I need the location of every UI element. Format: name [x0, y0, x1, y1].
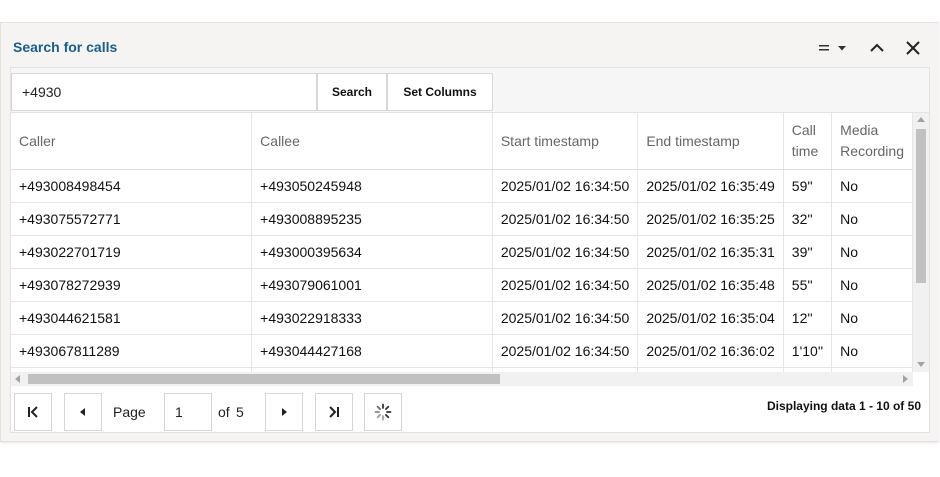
table-row[interactable]: +493022701719 +493000395634 2025/01/02 1…: [11, 235, 913, 269]
scroll-left-icon[interactable]: [11, 372, 25, 386]
previous-page-button[interactable]: [64, 393, 102, 431]
horizontal-scroll-thumb[interactable]: [28, 374, 500, 384]
next-page-button[interactable]: [265, 393, 303, 431]
calls-table-area: Caller Callee Start timestamp End timest…: [11, 113, 913, 372]
scroll-up-icon[interactable]: [913, 113, 929, 127]
column-header-callee[interactable]: Callee: [251, 113, 493, 170]
cell-start-timestamp: 2025/01/02 16:34:50: [492, 169, 639, 203]
cell-media-recording: No: [831, 202, 913, 236]
cell-start-timestamp: 2025/01/02 16:34:50: [492, 301, 639, 335]
grid-toolbar: Search Set Columns: [11, 68, 929, 113]
cell-end-timestamp: 2025/01/02 16:35:49: [637, 169, 784, 203]
column-header-caller[interactable]: Caller: [11, 113, 253, 170]
vertical-scrollbar[interactable]: [913, 113, 929, 372]
table-row[interactable]: +493067811289 +493044427168 2025/01/02 1…: [11, 334, 913, 368]
cell-caller: +493008498454: [11, 169, 253, 203]
column-header-media-recording[interactable]: Media Recording: [831, 113, 913, 170]
cell-end-timestamp: 2025/01/02 16:35:04: [637, 301, 784, 335]
table-row[interactable]: +493044621581 +493022918333 2025/01/02 1…: [11, 301, 913, 335]
page-label: Page: [113, 404, 146, 420]
vertical-scroll-thumb[interactable]: [916, 129, 926, 283]
cell-end-timestamp: 2025/01/02 16:35:31: [637, 235, 784, 269]
of-label: of: [218, 404, 230, 420]
display-info: Displaying data 1 - 10 of 50: [766, 399, 921, 413]
cell-callee: +493044427168: [251, 334, 493, 368]
cell-caller: +493044621581: [11, 301, 253, 335]
cell-media-recording: No: [831, 301, 913, 335]
next-page-icon: [282, 408, 287, 416]
table-row[interactable]: +493075572771 +493008895235 2025/01/02 1…: [11, 202, 913, 236]
cell-start-timestamp: 2025/01/02 16:34:50: [492, 235, 639, 269]
menu-icon[interactable]: [819, 40, 849, 56]
window-tools: [819, 40, 921, 56]
cell-media-recording: No: [831, 334, 913, 368]
cell-caller: +493022701719: [11, 235, 253, 269]
set-columns-button[interactable]: Set Columns: [387, 73, 493, 111]
cell-start-timestamp: 2025/01/02 16:34:50: [492, 334, 639, 368]
cell-end-timestamp: 2025/01/02 16:36:02: [637, 334, 784, 368]
cell-caller: +493075572771: [11, 202, 253, 236]
table-row[interactable]: +493008498454 +493050245948 2025/01/02 1…: [11, 169, 913, 203]
column-header-start-timestamp[interactable]: Start timestamp: [492, 113, 639, 170]
page-number-input[interactable]: [164, 393, 212, 431]
collapse-icon[interactable]: [869, 40, 885, 56]
cell-caller: +493078272939: [11, 268, 253, 302]
column-header-call-time[interactable]: Call time: [783, 113, 833, 170]
cell-callee: +493022918333: [251, 301, 493, 335]
table-header-row: Caller Callee Start timestamp End timest…: [11, 113, 913, 170]
cell-start-timestamp: 2025/01/02 16:34:50: [492, 268, 639, 302]
cell-end-timestamp: 2025/01/02 16:35:48: [637, 268, 784, 302]
search-input[interactable]: [11, 73, 317, 111]
cell-call-time: 1'10'': [783, 334, 833, 368]
cell-start-timestamp: 2025/01/02 16:34:50: [492, 202, 639, 236]
close-icon[interactable]: [905, 40, 921, 56]
previous-page-icon: [80, 408, 85, 416]
cell-callee: +493000395634: [251, 235, 493, 269]
window-title: Search for calls: [13, 39, 118, 55]
cell-call-time: 59'': [783, 169, 833, 203]
cell-call-time: 12'': [783, 301, 833, 335]
cell-call-time: 32'': [783, 202, 833, 236]
cell-callee: +493079061001: [251, 268, 493, 302]
last-page-icon: [329, 406, 339, 418]
calls-grid-panel: Search Set Columns Caller Callee Start t…: [10, 67, 930, 433]
cell-callee: +493050245948: [251, 169, 493, 203]
column-header-end-timestamp[interactable]: End timestamp: [637, 113, 784, 170]
scroll-down-icon[interactable]: [913, 358, 929, 372]
cell-end-timestamp: 2025/01/02 16:35:25: [637, 202, 784, 236]
horizontal-scrollbar[interactable]: [11, 372, 913, 386]
calls-table: Caller Callee Start timestamp End timest…: [11, 113, 913, 372]
cell-media-recording: No: [831, 268, 913, 302]
table-row[interactable]: +493078272939 +493079061001 2025/01/02 1…: [11, 268, 913, 302]
cell-callee: +493008895235: [251, 202, 493, 236]
last-page-button[interactable]: [315, 393, 353, 431]
search-calls-window: Search for calls Search Set Columns: [0, 22, 939, 442]
cell-call-time: 55'': [783, 268, 833, 302]
cell-media-recording: No: [831, 169, 913, 203]
scroll-right-icon[interactable]: [899, 372, 913, 386]
pagination-bar: Page of 5: [11, 390, 929, 432]
cell-call-time: 39'': [783, 235, 833, 269]
cell-caller: +493067811289: [11, 334, 253, 368]
cell-media-recording: No: [831, 235, 913, 269]
search-button[interactable]: Search: [317, 73, 387, 111]
total-pages: 5: [236, 404, 244, 420]
refresh-icon: [374, 403, 392, 421]
first-page-icon: [28, 406, 38, 418]
refresh-button[interactable]: [364, 393, 402, 431]
first-page-button[interactable]: [14, 393, 52, 431]
